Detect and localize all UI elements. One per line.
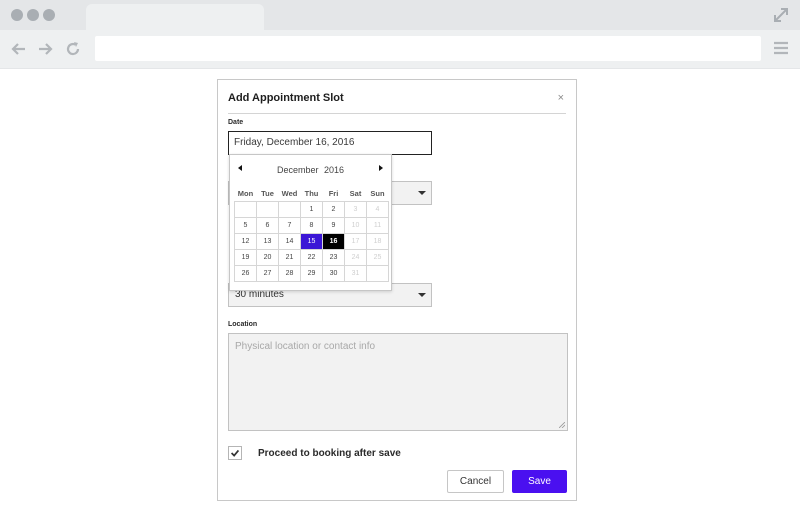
date-input[interactable]: Friday, December 16, 2016 xyxy=(228,131,432,155)
calendar-day[interactable]: 6 xyxy=(256,217,279,234)
calendar-grid: Mon Tue Wed Thu Fri Sat Sun 1 2 3 4 5 6 7 8 9 10 11 12 13 1… xyxy=(234,185,389,282)
calendar-week: 12 13 14 15 16 17 18 xyxy=(234,233,389,250)
window-dot-icon[interactable] xyxy=(43,9,55,21)
calendar-day[interactable]: 5 xyxy=(234,217,257,234)
calendar-day[interactable]: 14 xyxy=(278,233,301,250)
weekday-header: Sat xyxy=(349,188,362,198)
calendar-day[interactable]: 9 xyxy=(322,217,345,234)
calendar-day[interactable]: 7 xyxy=(278,217,301,234)
calendar-day[interactable]: 2 xyxy=(322,201,345,218)
calendar-day[interactable]: 23 xyxy=(322,249,345,266)
chevron-down-icon xyxy=(418,191,426,195)
weekday-header: Wed xyxy=(281,188,298,198)
calendar-month[interactable]: December xyxy=(277,166,319,175)
calendar-day: 24 xyxy=(344,249,367,266)
calendar-day[interactable]: 1 xyxy=(300,201,323,218)
calendar-day[interactable]: 19 xyxy=(234,249,257,266)
calendar-day: 25 xyxy=(366,249,389,266)
calendar-day[interactable]: 21 xyxy=(278,249,301,266)
calendar-day: 18 xyxy=(366,233,389,250)
calendar-day[interactable]: 16 xyxy=(322,233,345,250)
calendar-week: 5 6 7 8 9 10 11 xyxy=(234,217,389,234)
resize-grip-icon[interactable] xyxy=(559,422,565,428)
calendar-day: 3 xyxy=(344,201,367,218)
location-placeholder: Physical location or contact info xyxy=(235,341,376,352)
weekday-header: Mon xyxy=(237,188,254,198)
calendar-day[interactable]: 27 xyxy=(256,265,279,282)
divider xyxy=(228,113,566,114)
calendar-day[interactable]: 22 xyxy=(300,249,323,266)
cancel-button[interactable]: Cancel xyxy=(447,470,504,493)
calendar-day[interactable]: 13 xyxy=(256,233,279,250)
expand-icon[interactable] xyxy=(772,6,790,24)
calendar-week: 1234 xyxy=(234,201,389,218)
date-picker-calendar: December 2016 Mon Tue Wed Thu Fri Sat Sun 1234… xyxy=(229,154,392,291)
browser-toolbar xyxy=(0,30,800,69)
menu-icon[interactable] xyxy=(772,39,790,57)
proceed-booking-checkbox[interactable] xyxy=(228,446,242,460)
address-bar[interactable] xyxy=(95,36,761,61)
calendar-day: 4 xyxy=(366,201,389,218)
weekday-header: Fri xyxy=(328,188,339,198)
save-button[interactable]: Save xyxy=(512,470,567,493)
calendar-empty-cell xyxy=(256,201,279,218)
calendar-day[interactable]: 20 xyxy=(256,249,279,266)
calendar-day: 31 xyxy=(344,265,367,282)
calendar-day[interactable]: 15 xyxy=(300,233,323,250)
close-icon[interactable]: × xyxy=(558,93,564,104)
calendar-empty-cell xyxy=(278,201,301,218)
date-label: Date xyxy=(228,119,244,126)
checkmark-icon xyxy=(230,449,240,457)
location-label: Location xyxy=(228,321,258,328)
weekday-header: Thu xyxy=(304,188,319,198)
calendar-empty-cell xyxy=(234,201,257,218)
calendar-week: 26 27 28 29 30 31 xyxy=(234,265,389,282)
previous-month-icon[interactable] xyxy=(238,165,242,171)
reload-icon[interactable] xyxy=(63,39,83,59)
calendar-year[interactable]: 2016 xyxy=(324,166,344,175)
back-arrow-icon[interactable] xyxy=(9,39,29,59)
calendar-day[interactable]: 29 xyxy=(300,265,323,282)
browser-tab[interactable] xyxy=(86,4,264,30)
calendar-day[interactable]: 8 xyxy=(300,217,323,234)
calendar-day[interactable]: 26 xyxy=(234,265,257,282)
calendar-day[interactable]: 12 xyxy=(234,233,257,250)
forward-arrow-icon[interactable] xyxy=(35,39,55,59)
calendar-empty-cell xyxy=(366,265,389,282)
weekday-header: Tue xyxy=(261,188,274,198)
chevron-down-icon xyxy=(418,293,426,297)
dialog-title: Add Appointment Slot xyxy=(228,92,344,104)
proceed-booking-label: Proceed to booking after save xyxy=(258,448,401,459)
window-dot-icon[interactable] xyxy=(11,9,23,21)
calendar-day[interactable]: 28 xyxy=(278,265,301,282)
calendar-day: 10 xyxy=(344,217,367,234)
weekday-header: Sun xyxy=(370,188,385,198)
location-textarea[interactable]: Physical location or contact info xyxy=(228,333,568,431)
browser-titlebar xyxy=(0,0,800,30)
calendar-day: 11 xyxy=(366,217,389,234)
calendar-day[interactable]: 30 xyxy=(322,265,345,282)
next-month-icon[interactable] xyxy=(379,165,383,171)
calendar-week: 19 20 21 22 23 24 25 xyxy=(234,249,389,266)
calendar-day: 17 xyxy=(344,233,367,250)
window-dot-icon[interactable] xyxy=(27,9,39,21)
